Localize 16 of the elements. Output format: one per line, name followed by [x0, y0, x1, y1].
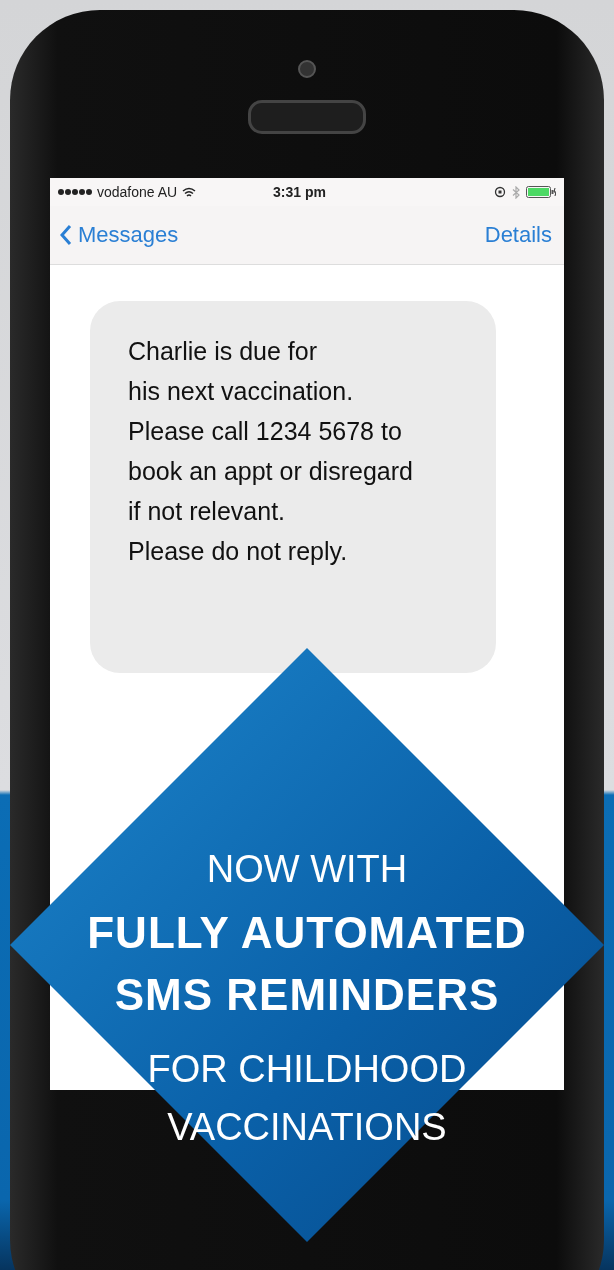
carrier-name: vodafone AU	[97, 184, 178, 200]
banner-subtitle: NOW WITH	[206, 847, 408, 892]
message-text: Charlie is due for his next vaccination. Please call 1234 5678 to book an appt or disregard if not relevant. Please do not reply.	[128, 336, 414, 567]
battery-icon	[526, 186, 556, 198]
rotation-lock-icon	[494, 186, 506, 198]
back-button[interactable]: Messages	[60, 222, 179, 248]
wifi-icon	[182, 186, 197, 198]
signal-icon	[58, 188, 92, 196]
chevron-left-icon	[60, 224, 72, 246]
status-time: 3:31 pm	[273, 184, 326, 200]
details-button[interactable]: Details	[484, 222, 552, 248]
banner-headline: FULLY AUTOMATED	[87, 907, 527, 959]
camera-icon	[298, 60, 316, 78]
banner-subtitle: FOR CHILDHOOD	[147, 1047, 467, 1092]
banner-headline: SMS REMINDERS	[114, 969, 500, 1021]
bluetooth-icon	[512, 185, 520, 199]
